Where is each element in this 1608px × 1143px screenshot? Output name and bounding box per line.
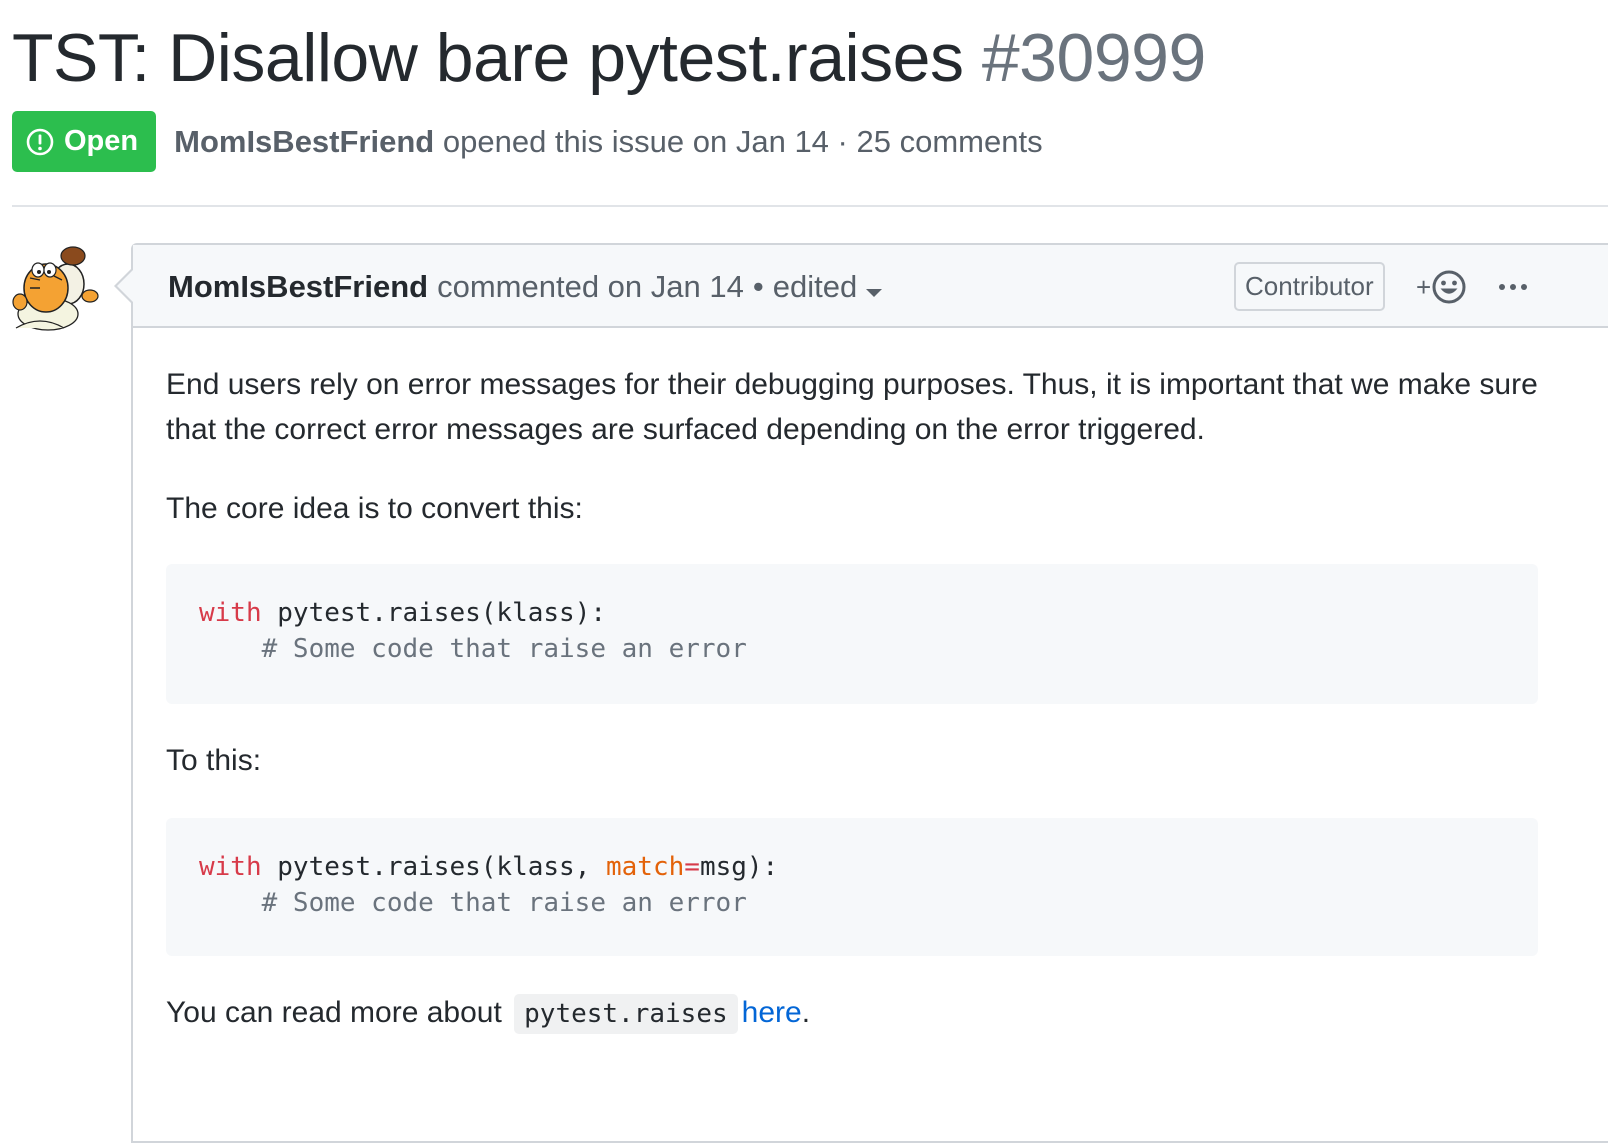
issue-opened-icon: [26, 128, 54, 155]
opened-text: opened this issue on Jan 14: [442, 123, 829, 159]
status-badge: Open: [12, 111, 157, 172]
comment-card: MomIsBestFriend commented on Jan 14 • ed…: [131, 243, 1608, 1143]
code-comment: # Some code that raise an error: [199, 888, 747, 918]
code-text: pytest.raises(klass):: [261, 598, 606, 628]
edited-dropdown[interactable]: edited: [772, 268, 883, 305]
smiley-icon: [1432, 270, 1466, 304]
docs-link[interactable]: here: [742, 996, 802, 1029]
comment-author-link[interactable]: MomIsBestFriend: [168, 269, 428, 305]
comment-paragraph: To this:: [166, 744, 262, 777]
comments-count: 25 comments: [856, 123, 1043, 159]
issue-number: #30999: [981, 20, 1206, 96]
code-keyword: with: [199, 598, 262, 628]
comment-header-text: MomIsBestFriend commented on Jan 14 • ed…: [168, 245, 883, 328]
comment-paragraph: End users rely on error messages for the…: [166, 368, 1538, 446]
issue-meta-text: MomIsBestFriend opened this issue on Jan…: [174, 124, 1042, 160]
meta-separator: ·: [837, 123, 848, 159]
code-param: match: [606, 852, 685, 882]
code-line: with pytest.raises(klass, match=msg):: [199, 849, 1505, 885]
triangle-down-icon: [866, 288, 883, 297]
code-text: msg):: [699, 852, 779, 882]
footer-lead: You can read more about: [166, 996, 511, 1029]
avatar[interactable]: [10, 244, 100, 332]
footer-trail: .: [801, 996, 811, 1029]
header-bullet: •: [752, 268, 764, 304]
code-text: pytest.raises(klass,: [261, 852, 606, 882]
kebab-horizontal-icon: [1499, 284, 1527, 290]
code-line: with pytest.raises(klass):: [199, 595, 1505, 631]
reaction-plus-label: +: [1416, 271, 1432, 302]
issue-title-text: TST: Disallow bare pytest.raises: [12, 20, 964, 96]
code-keyword: with: [199, 852, 262, 882]
issue-author-link[interactable]: MomIsBestFriend: [174, 124, 434, 159]
status-label: Open: [64, 125, 139, 157]
contributor-badge: Contributor: [1234, 262, 1385, 311]
commented-text: commented on Jan 14: [437, 268, 744, 304]
code-block-after: with pytest.raises(klass, match=msg): # …: [166, 818, 1538, 956]
code-operator: =: [684, 852, 700, 882]
inline-code: pytest.raises: [514, 994, 738, 1034]
issue-meta: Open MomIsBestFriend opened this issue o…: [12, 111, 1043, 172]
code-comment: # Some code that raise an error: [199, 634, 747, 664]
comment-header: MomIsBestFriend commented on Jan 14 • ed…: [133, 245, 1608, 328]
add-reaction-button[interactable]: +: [1416, 269, 1467, 305]
code-block-before: with pytest.raises(klass): # Some code t…: [166, 564, 1538, 704]
issue-title: TST: Disallow bare pytest.raises #30999: [12, 18, 1206, 98]
header-divider: [12, 205, 1608, 207]
comment-paragraph: The core idea is to convert this:: [166, 492, 583, 525]
comment-more-button[interactable]: [1497, 269, 1529, 305]
comment-pointer-fill: [117, 270, 133, 302]
edited-label: edited: [772, 268, 858, 304]
comment-paragraph-footer: You can read more about pytest.raises her…: [166, 990, 810, 1037]
